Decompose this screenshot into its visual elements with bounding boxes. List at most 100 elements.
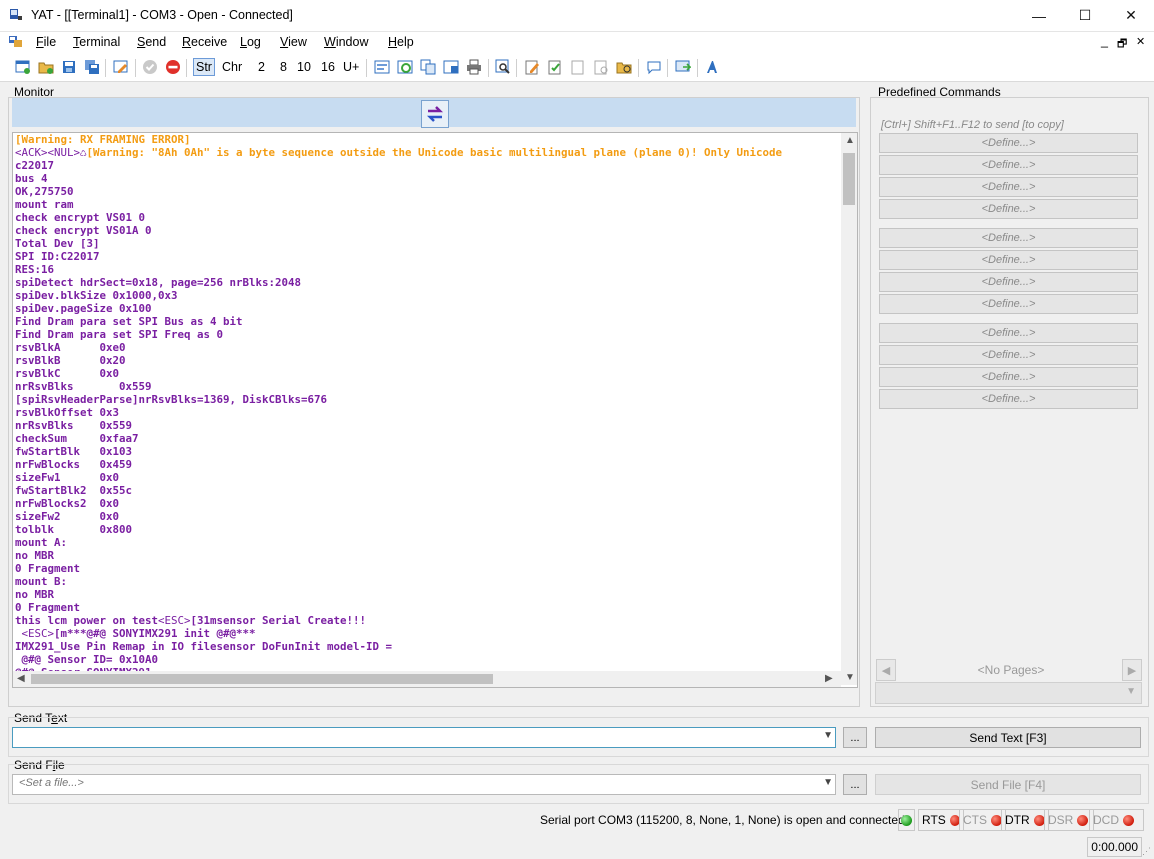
menu-help[interactable]: Help	[388, 35, 414, 49]
signal-dsr[interactable]: DSR	[1044, 809, 1094, 831]
send-file-button[interactable]: Send File [F4]	[875, 774, 1141, 795]
close-button[interactable]: ✕	[1108, 0, 1154, 31]
define-command-button-2[interactable]: <Define...>	[879, 155, 1138, 175]
mdi-close-button[interactable]: ✕	[1136, 35, 1145, 48]
page-select[interactable]: ▼	[875, 682, 1142, 704]
scroll-right-arrow-icon[interactable]: ▶	[825, 673, 833, 684]
send-file-placeholder: <Set a file...>	[19, 777, 84, 789]
swap-direction-icon[interactable]	[421, 100, 449, 128]
resize-grip-icon[interactable]: ⋰	[1142, 846, 1151, 857]
send-text-input[interactable]: ▼	[12, 727, 836, 748]
new-terminal-icon[interactable]	[14, 58, 32, 76]
menu-view[interactable]: View	[280, 35, 307, 49]
scroll-up-arrow-icon[interactable]: ▲	[845, 135, 855, 146]
chevron-down-icon[interactable]: ▼	[823, 730, 833, 741]
radix-hex-button[interactable]: 16	[321, 60, 335, 74]
send-file-select[interactable]: <Set a file...> ▼	[12, 774, 836, 795]
terminal-line: @#@ Sensor ID= 0x10A0	[15, 653, 159, 666]
save-all-icon[interactable]	[83, 58, 101, 76]
log-off-icon[interactable]	[569, 58, 587, 76]
save-icon[interactable]	[60, 58, 78, 76]
terminal-line: this lcm power on test<ESC>[31msensor Se…	[15, 614, 367, 627]
define-command-button-1[interactable]: <Define...>	[879, 133, 1138, 153]
signal-dcd[interactable]: DCD	[1089, 809, 1144, 831]
horizontal-scrollbar[interactable]: ◀ ▶	[13, 671, 841, 687]
define-command-button-3[interactable]: <Define...>	[879, 177, 1138, 197]
yat-app-icon[interactable]	[9, 8, 23, 22]
terminal-monitor[interactable]: [Warning: RX FRAMING ERROR] <ACK><NUL>♺[W…	[12, 132, 858, 688]
previous-page-button[interactable]: ◀	[876, 659, 896, 681]
menu-send[interactable]: Send	[137, 35, 166, 49]
terminal-line: checkSum 0xfaa7	[15, 432, 139, 445]
stop-terminal-icon[interactable]	[164, 58, 182, 76]
refresh-icon[interactable]	[396, 58, 414, 76]
terminal-line: Find Dram para set SPI Bus as 4 bit	[15, 315, 243, 328]
edit-log-icon[interactable]	[523, 58, 541, 76]
terminal-line: rsvBlkB 0x20	[15, 354, 126, 367]
find-text-icon[interactable]	[494, 58, 512, 76]
toolbar-separator	[697, 59, 698, 77]
copy-icon[interactable]	[419, 58, 437, 76]
menu-log[interactable]: Log	[240, 35, 261, 49]
log-clear-icon[interactable]	[592, 58, 610, 76]
save-to-file-icon[interactable]	[442, 58, 460, 76]
maximize-button[interactable]: ☐	[1062, 0, 1108, 31]
start-terminal-icon[interactable]	[141, 58, 159, 76]
terminal-line: sizeFw1 0x0	[15, 471, 120, 484]
radix-string-button[interactable]: Str	[193, 58, 215, 76]
vertical-scrollbar[interactable]: ▲ ▼	[841, 133, 857, 685]
window-title: YAT - [[Terminal1] - COM3 - Open - Conne…	[31, 8, 293, 22]
menu-terminal[interactable]: Terminal	[73, 35, 120, 49]
define-command-button-6[interactable]: <Define...>	[879, 250, 1138, 270]
send-text-browse-button[interactable]: ...	[843, 727, 867, 748]
radix-unicode-button[interactable]: U+	[343, 60, 359, 74]
define-command-button-8[interactable]: <Define...>	[879, 294, 1138, 314]
define-command-button-10[interactable]: <Define...>	[879, 345, 1138, 365]
green-led-icon	[901, 814, 912, 826]
terminal-line: c22017	[15, 159, 55, 172]
send-text-button[interactable]: Send Text [F3]	[875, 727, 1141, 748]
next-page-button[interactable]: ▶	[1122, 659, 1142, 681]
define-command-button-9[interactable]: <Define...>	[879, 323, 1138, 343]
define-command-button-4[interactable]: <Define...>	[879, 199, 1138, 219]
menu-window[interactable]: Window	[324, 35, 368, 49]
toolbar-separator	[186, 59, 187, 77]
define-command-button-7[interactable]: <Define...>	[879, 272, 1138, 292]
vertical-scroll-thumb[interactable]	[843, 153, 855, 205]
define-command-button-5[interactable]: <Define...>	[879, 228, 1138, 248]
terminal-line: nrFwBlocks2 0x0	[15, 497, 120, 510]
scroll-down-arrow-icon[interactable]: ▼	[845, 672, 855, 683]
radix-char-button[interactable]: Chr	[222, 60, 242, 74]
scroll-left-arrow-icon[interactable]: ◀	[17, 673, 25, 684]
menu-file[interactable]: File	[36, 35, 56, 49]
menu-receive[interactable]: Receive	[182, 35, 227, 49]
minimize-button[interactable]: —	[1016, 0, 1062, 31]
open-terminal-icon[interactable]	[37, 58, 55, 76]
log-folder-icon[interactable]	[615, 58, 633, 76]
format-icon[interactable]	[703, 58, 721, 76]
auto-response-icon[interactable]	[674, 58, 692, 76]
send-file-browse-button[interactable]: ...	[843, 774, 867, 795]
terminal-window-icon[interactable]	[9, 36, 23, 48]
terminal-line: bus 4	[15, 172, 48, 185]
chevron-down-icon[interactable]: ▼	[823, 777, 833, 788]
horizontal-scroll-thumb[interactable]	[31, 674, 493, 684]
signal-dtr[interactable]: DTR	[1001, 809, 1049, 831]
signal-cts[interactable]: CTS	[959, 809, 1006, 831]
print-icon[interactable]	[465, 58, 483, 76]
define-command-button-11[interactable]: <Define...>	[879, 367, 1138, 387]
radix-octal-button[interactable]: 8	[280, 60, 287, 74]
signal-rts[interactable]: RTS	[918, 809, 964, 831]
radix-decimal-button[interactable]: 10	[297, 60, 311, 74]
terminal-line: <ACK><NUL>♺[Warning: "8Ah 0Ah" is a byte…	[15, 146, 783, 159]
terminal-line: [Warning: RX FRAMING ERROR]	[15, 133, 191, 146]
radix-binary-button[interactable]: 2	[258, 60, 265, 74]
mdi-minimize-button[interactable]: _	[1101, 34, 1108, 48]
chat-icon[interactable]	[645, 58, 663, 76]
define-command-button-12[interactable]: <Define...>	[879, 389, 1138, 409]
find-icon[interactable]	[373, 58, 391, 76]
terminal-settings-icon[interactable]	[112, 58, 130, 76]
log-on-icon[interactable]	[546, 58, 564, 76]
mdi-restore-button[interactable]: 🗗	[1117, 35, 1127, 54]
connection-led	[898, 809, 915, 831]
